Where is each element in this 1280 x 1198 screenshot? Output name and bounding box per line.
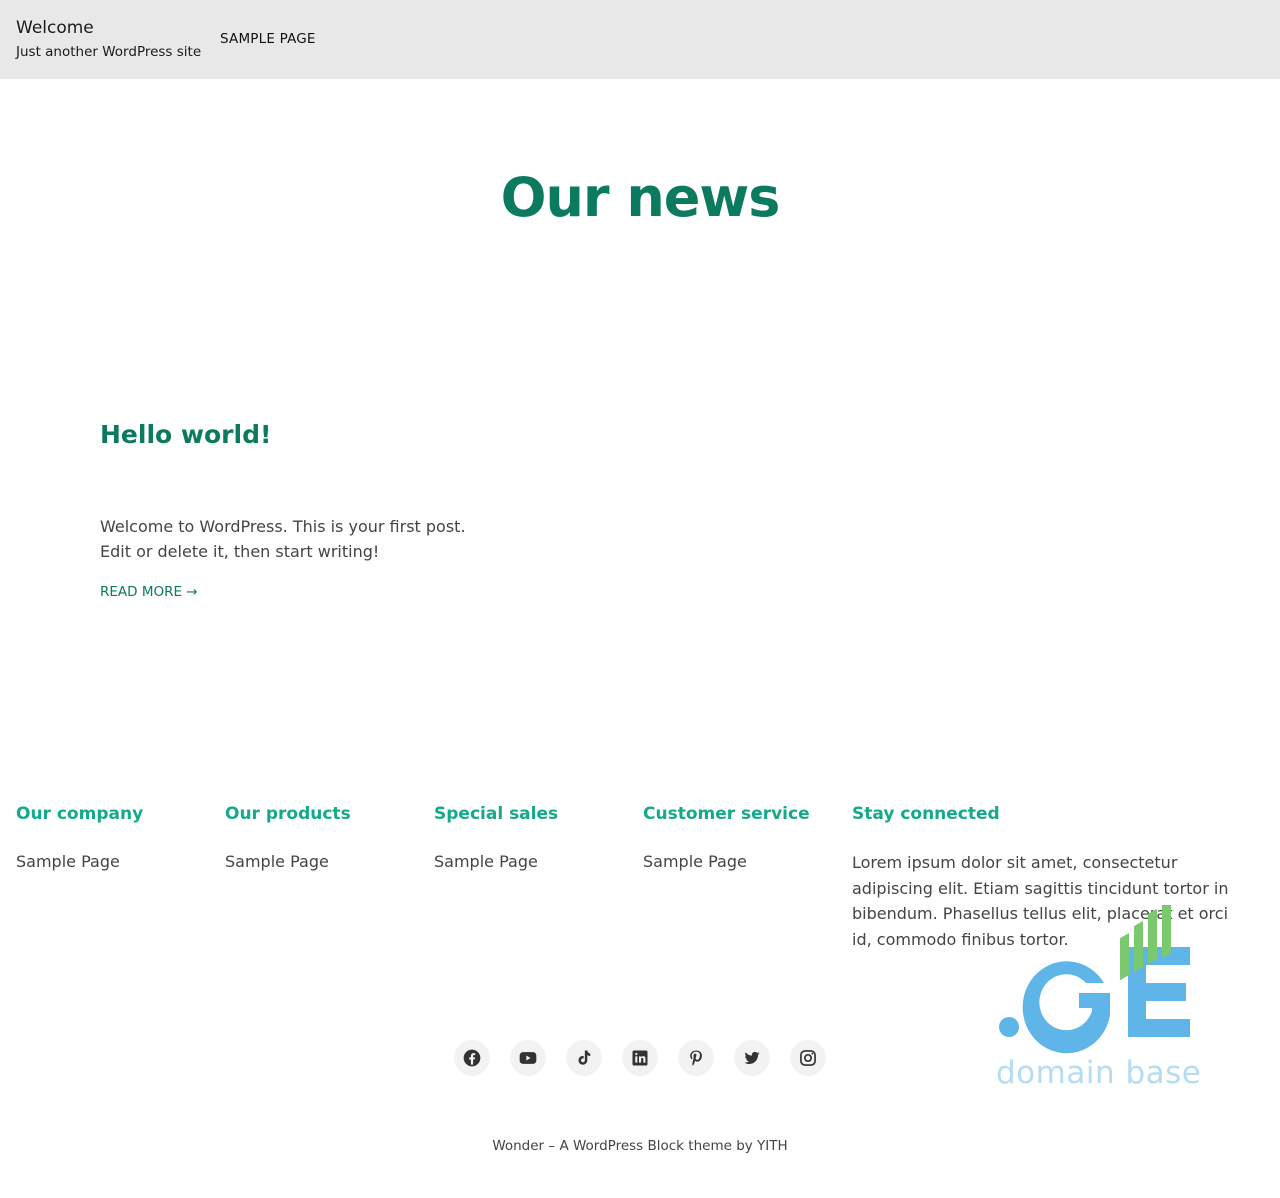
facebook-icon[interactable]: [454, 1040, 490, 1076]
footer-heading: Our company: [16, 804, 144, 824]
site-title[interactable]: Welcome: [16, 18, 94, 38]
footer-column-customer-service: Customer service Sample Page: [643, 804, 810, 871]
youtube-icon[interactable]: [510, 1040, 546, 1076]
footer-column-special-sales: Special sales Sample Page: [434, 804, 558, 871]
post-excerpt: Welcome to WordPress. This is your first…: [100, 517, 466, 561]
site-tagline: Just another WordPress site: [16, 44, 202, 60]
footer-heading: Special sales: [434, 804, 559, 824]
footer-link-sample-page[interactable]: Sample Page: [434, 852, 558, 871]
nav-item-sample-page[interactable]: SAMPLE PAGE: [220, 31, 316, 47]
instagram-icon[interactable]: [790, 1040, 826, 1076]
footer-heading: Customer service: [643, 804, 810, 824]
footer-link-sample-page[interactable]: Sample Page: [643, 852, 810, 871]
read-more-link[interactable]: READ MORE →: [100, 584, 198, 600]
footer-heading: Stay connected: [852, 804, 1000, 824]
footer-link-sample-page[interactable]: Sample Page: [16, 852, 143, 871]
footer-column-our-products: Our products Sample Page: [225, 804, 351, 871]
ge-logo-icon: [999, 898, 1190, 1054]
site-header: Welcome Just another WordPress site SAMP…: [0, 0, 1280, 79]
watermark-caption: domain base: [996, 1055, 1202, 1091]
post-title[interactable]: Hello world!: [100, 420, 271, 449]
footer-credit: Wonder – A WordPress Block theme by YITH: [492, 1138, 788, 1154]
footer-heading: Our products: [225, 804, 351, 824]
linkedin-icon[interactable]: [622, 1040, 658, 1076]
domain-base-watermark: domain base: [994, 898, 1204, 1095]
tiktok-icon[interactable]: [566, 1040, 602, 1076]
footer-link-sample-page[interactable]: Sample Page: [225, 852, 351, 871]
page-title: Our news: [500, 166, 781, 229]
footer-column-our-company: Our company Sample Page: [16, 804, 143, 871]
pinterest-icon[interactable]: [678, 1040, 714, 1076]
twitter-icon[interactable]: [734, 1040, 770, 1076]
social-links: [454, 1040, 826, 1076]
